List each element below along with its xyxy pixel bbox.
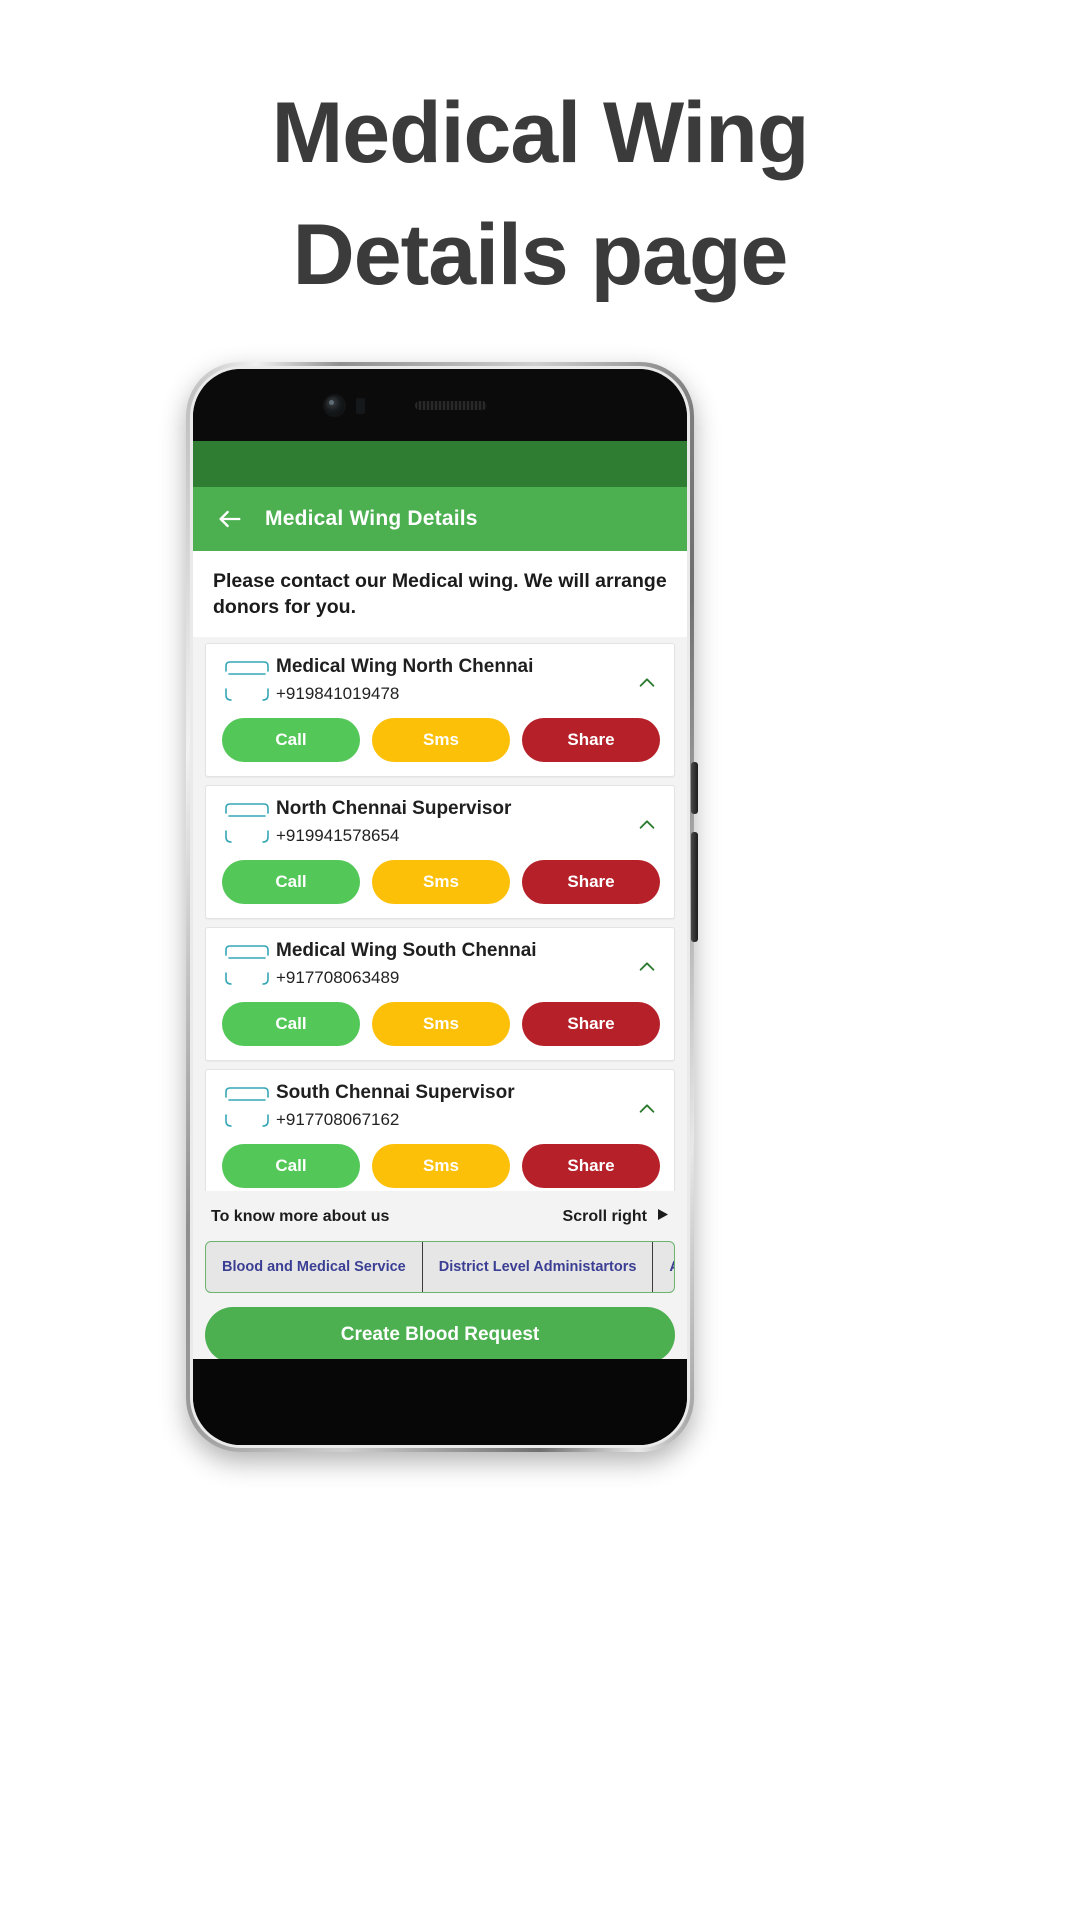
app-bar: Medical Wing Details [193,487,687,551]
chip-blood-and-medical-service[interactable]: Blood and Medical Service [206,1242,423,1292]
chip-ambulance[interactable]: Ambulance [653,1242,674,1292]
phone-mockup: Medical Wing Details Please contact our … [186,362,698,1452]
contact-phone: +917708067162 [276,1109,400,1129]
contact-list[interactable]: Medical Wing North Chennai +919841019478… [193,636,687,1191]
chevron-up-icon[interactable] [634,954,660,980]
phone-bottom-bezel [193,1359,687,1445]
chevron-right-icon [656,1207,669,1227]
contact-card-header: North Chennai Supervisor +919941578654 [220,798,660,847]
phone-body: Medical Wing Details Please contact our … [193,369,687,1445]
contact-phone: +919941578654 [276,825,400,845]
category-chip-bar[interactable]: Blood and Medical Service District Level… [205,1241,675,1293]
back-arrow-icon[interactable] [215,504,245,534]
contact-name: North Chennai Supervisor [276,797,512,819]
contact-text-block: Medical Wing North Chennai +919841019478 [274,656,634,704]
sms-button[interactable]: Sms [372,1143,510,1188]
contact-card[interactable]: South Chennai Supervisor +917708067162 C… [205,1068,675,1191]
contact-phone: +917708063489 [276,967,400,987]
contact-card-header: South Chennai Supervisor +917708067162 [220,1082,660,1131]
page-title-line-2: Details page [292,207,789,304]
volume-button[interactable] [691,832,698,942]
sms-button[interactable]: Sms [372,717,510,762]
contact-actions: Call Sms Share [220,1143,660,1188]
contact-text-block: North Chennai Supervisor +919941578654 [274,798,634,846]
earpiece-speaker-icon [415,401,487,410]
contact-name: Medical Wing North Chennai [276,655,534,677]
share-button[interactable]: Share [522,717,660,762]
call-button[interactable]: Call [222,717,360,762]
bottom-section: To know more about us Scroll right Blood… [193,1191,687,1373]
contact-placeholder-icon [220,659,274,705]
contact-phone: +919841019478 [276,683,400,703]
call-button[interactable]: Call [222,1001,360,1046]
contact-placeholder-icon [220,801,274,847]
contact-card[interactable]: Medical Wing North Chennai +919841019478… [205,642,675,777]
contact-card-header: Medical Wing South Chennai +917708063489 [220,940,660,989]
chevron-up-icon[interactable] [634,670,660,696]
call-button[interactable]: Call [222,859,360,904]
sms-button[interactable]: Sms [372,1001,510,1046]
power-button[interactable] [691,762,698,814]
front-camera-icon [325,396,344,415]
contact-placeholder-icon [220,943,274,989]
share-button[interactable]: Share [522,1001,660,1046]
create-blood-request-button[interactable]: Create Blood Request [205,1307,675,1363]
contact-actions: Call Sms Share [220,859,660,904]
chevron-up-icon[interactable] [634,812,660,838]
contact-card[interactable]: Medical Wing South Chennai +917708063489… [205,926,675,1061]
contact-name: South Chennai Supervisor [276,1081,515,1103]
status-bar [193,441,687,487]
know-more-label: To know more about us [211,1208,390,1225]
contact-name: Medical Wing South Chennai [276,939,537,961]
chevron-up-icon[interactable] [634,1096,660,1122]
chip-district-level-administartors[interactable]: District Level Administartors [423,1242,654,1292]
sms-button[interactable]: Sms [372,859,510,904]
scroll-right-label: Scroll right [562,1208,647,1225]
share-button[interactable]: Share [522,859,660,904]
contact-text-block: Medical Wing South Chennai +917708063489 [274,940,634,988]
proximity-sensor-icon [356,398,365,414]
contact-actions: Call Sms Share [220,717,660,762]
contact-actions: Call Sms Share [220,1001,660,1046]
contact-text-block: South Chennai Supervisor +917708067162 [274,1082,634,1130]
know-more-row: To know more about us Scroll right [205,1191,675,1241]
page-title-line-1: Medical Wing [271,85,810,181]
contact-placeholder-icon [220,1085,274,1131]
call-button[interactable]: Call [222,1143,360,1188]
app-bar-title: Medical Wing Details [265,507,478,530]
page-title: Medical Wing Details page [0,0,1080,316]
phone-screen: Medical Wing Details Please contact our … [193,441,687,1373]
contact-card-header: Medical Wing North Chennai +919841019478 [220,656,660,705]
scroll-right-hint[interactable]: Scroll right [563,1207,669,1227]
contact-card[interactable]: North Chennai Supervisor +919941578654 C… [205,784,675,919]
phone-top-bezel [193,369,687,441]
intro-text: Please contact our Medical wing. We will… [193,551,687,637]
share-button[interactable]: Share [522,1143,660,1188]
